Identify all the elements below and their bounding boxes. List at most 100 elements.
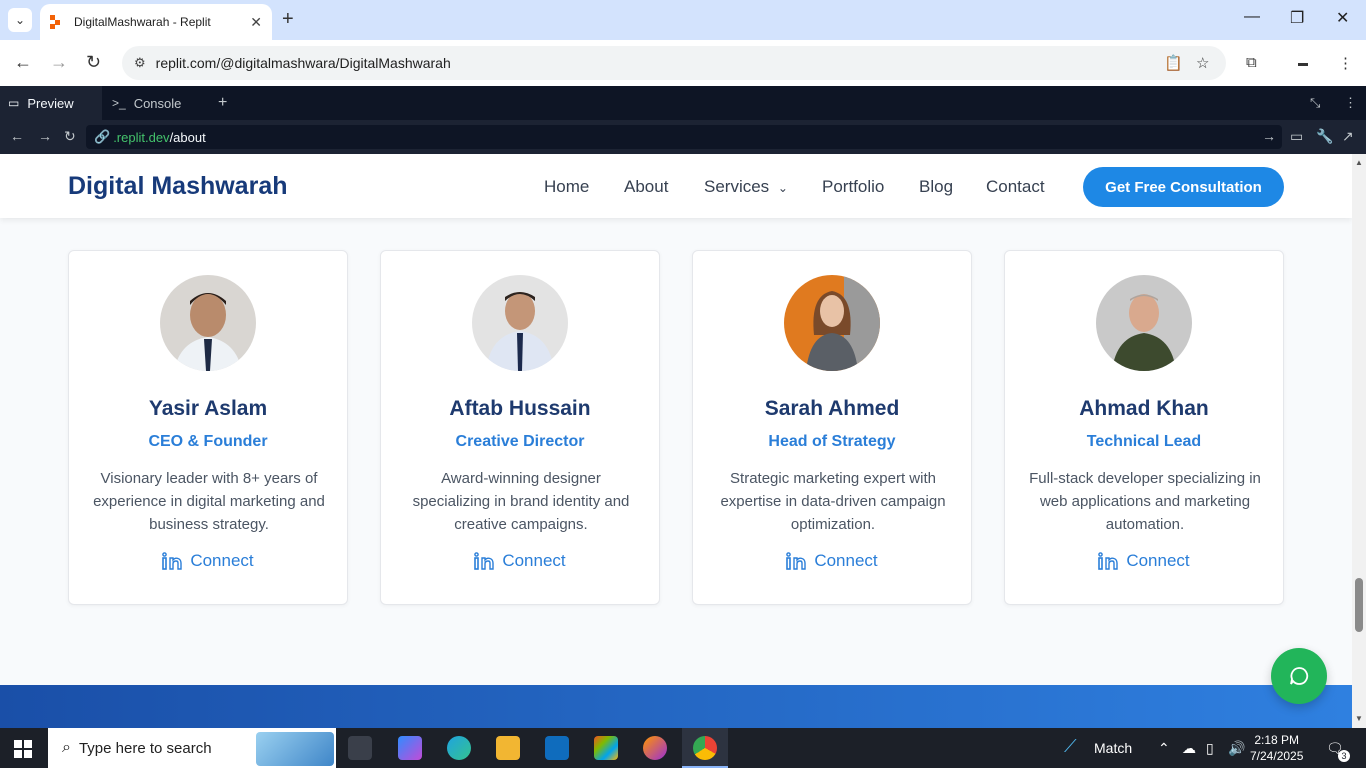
system-clock[interactable]: 2:18 PM 7/24/2025 [1250, 732, 1303, 764]
collapse-icon[interactable]: ⤡ [1310, 95, 1320, 111]
preview-forward-button[interactable]: → [38, 128, 52, 144]
connect-label: Connect [1126, 551, 1190, 570]
linkedin-connect-link[interactable]: Connect [381, 551, 659, 571]
nav-services-label: Services [704, 177, 770, 196]
file-explorer-icon[interactable] [496, 736, 520, 760]
linkedin-connect-link[interactable]: Connect [69, 551, 347, 571]
nav-services[interactable]: Services ⌄ [704, 177, 788, 197]
minimize-button[interactable]: — [1244, 8, 1260, 26]
team-card: Yasir Aslam CEO & Founder Visionary lead… [68, 250, 348, 605]
scrollbar-thumb[interactable] [1355, 578, 1363, 632]
new-tab-button[interactable]: + [282, 8, 294, 31]
store-icon[interactable] [594, 736, 618, 760]
team-name: Yasir Aslam [148, 397, 268, 420]
linkedin-connect-link[interactable]: Connect [1005, 551, 1283, 571]
team-role: CEO & Founder [148, 433, 268, 450]
nav-home[interactable]: Home [544, 177, 589, 197]
linkedin-icon [474, 552, 495, 570]
page-scrollbar[interactable]: ▲ ▼ [1352, 154, 1366, 728]
team-name: Aftab Hussain [449, 397, 591, 420]
open-new-window-icon[interactable]: ↗ [1342, 128, 1354, 145]
team-card: Aftab Hussain Creative Director Award-wi… [380, 250, 660, 605]
chevron-up-icon[interactable]: ⌃ [1158, 740, 1170, 757]
tab-preview-label: Preview [27, 95, 74, 111]
windows-start-icon[interactable] [14, 740, 32, 758]
connect-label: Connect [502, 551, 566, 570]
task-view-icon[interactable] [348, 736, 372, 760]
scroll-up-icon[interactable]: ▲ [1355, 158, 1363, 167]
linkedin-connect-link[interactable]: Connect [693, 551, 971, 571]
weather-label[interactable]: Match [1094, 740, 1132, 756]
site-logo[interactable]: Digital Mashwarah [68, 172, 288, 201]
avatar [472, 275, 568, 371]
close-window-button[interactable]: ✕ [1336, 8, 1349, 28]
tab-preview[interactable]: ▭ Preview [0, 86, 102, 120]
team-card: Ahmad Khan Technical Lead Full-stack dev… [1004, 250, 1284, 605]
copilot-icon[interactable] [398, 736, 422, 760]
restore-button[interactable]: ❐ [1290, 8, 1304, 28]
tab-search-button[interactable]: ⌄ [8, 8, 32, 32]
more-options-icon[interactable]: ⋮ [1344, 95, 1357, 111]
nav-portfolio[interactable]: Portfolio [822, 177, 884, 197]
bookmark-star-icon[interactable]: ☆ [1196, 54, 1209, 72]
nav-contact[interactable]: Contact [986, 177, 1045, 197]
outlook-icon[interactable] [545, 736, 569, 760]
add-tab-button[interactable]: + [218, 94, 227, 112]
address-url: replit.com/@digitalmashwara/DigitalMashw… [155, 55, 451, 71]
team-card: Sarah Ahmed Head of Strategy Strategic m… [692, 250, 972, 605]
chat-button[interactable] [1271, 648, 1327, 704]
browser-tab[interactable]: DigitalMashwarah - Replit ✕ [40, 4, 272, 40]
close-tab-icon[interactable]: ✕ [250, 14, 262, 31]
tab-title: DigitalMashwarah - Replit [74, 15, 211, 29]
taskbar-search[interactable]: ⌕ Type here to search [48, 728, 336, 768]
team-bio: Visionary leader with 8+ years of experi… [93, 470, 325, 533]
team-name: Sarah Ahmed [764, 397, 900, 420]
site-header: Digital Mashwarah Home About Services ⌄ … [0, 154, 1352, 218]
weather-icon[interactable]: ⟋ [1064, 736, 1077, 757]
tab-console[interactable]: >_ Console [104, 86, 208, 120]
scroll-down-icon[interactable]: ▼ [1355, 714, 1363, 723]
chrome-icon [693, 736, 717, 760]
terminal-icon: >_ [112, 96, 126, 110]
edge-icon[interactable] [447, 736, 471, 760]
go-arrow-icon[interactable]: → [1262, 128, 1276, 144]
extensions-icon[interactable]: ⧉ [1246, 54, 1257, 71]
site-info-icon[interactable]: ⚙ [134, 55, 146, 71]
browser-toolbar: ← → ↻ ⚙ replit.com/@digitalmashwara/Digi… [0, 40, 1366, 86]
team-bio: Strategic marketing expert with expertis… [720, 470, 946, 533]
browser-menu-icon[interactable]: ⋮ [1338, 54, 1353, 72]
linkedin-icon [1098, 552, 1119, 570]
forward-button[interactable]: → [50, 52, 68, 73]
nav-blog[interactable]: Blog [919, 177, 953, 197]
profile-icon[interactable]: ▬ [1298, 58, 1308, 69]
reload-button[interactable]: ↻ [86, 52, 101, 73]
network-icon[interactable]: ☁ [1182, 740, 1196, 757]
link-icon: 🔗 [94, 129, 111, 144]
team-bio: Full-stack developer specializing in web… [1029, 470, 1261, 533]
connect-label: Connect [190, 551, 254, 570]
replit-tabbar: ▭ Preview >_ Console + ⤡ ⋮ [0, 86, 1366, 120]
chrome-taskbar-button[interactable] [682, 728, 728, 768]
monitor-icon: ▭ [8, 96, 20, 110]
address-bar[interactable]: ⚙ replit.com/@digitalmashwara/DigitalMas… [122, 46, 1226, 80]
preview-back-button[interactable]: ← [10, 128, 24, 144]
nav-about[interactable]: About [624, 177, 668, 197]
firefox-icon[interactable] [643, 736, 667, 760]
battery-icon[interactable]: ▯ [1206, 740, 1214, 757]
team-role: Head of Strategy [768, 433, 896, 450]
preview-urlbar: ← → ↻ 🔗 .replit.dev /about → ▭ 🔧 ↗ [0, 120, 1366, 154]
preview-url-domain: .replit.dev [113, 129, 170, 145]
devtools-wrench-icon[interactable]: 🔧 [1316, 128, 1333, 145]
search-icon: ⌕ [62, 739, 71, 756]
volume-icon[interactable]: 🔊 [1228, 740, 1245, 757]
back-button[interactable]: ← [14, 52, 32, 73]
preview-url-path: /about [169, 129, 206, 145]
tab-console-label: Console [133, 95, 182, 111]
clipboard-icon[interactable]: 📋 [1164, 54, 1183, 72]
connect-label: Connect [814, 551, 878, 570]
preview-url-input[interactable]: 🔗 .replit.dev /about [86, 125, 1282, 149]
preview-reload-button[interactable]: ↻ [64, 128, 76, 145]
devices-icon[interactable]: ▭ [1290, 128, 1303, 145]
get-consultation-button[interactable]: Get Free Consultation [1083, 167, 1284, 207]
linkedin-icon [162, 552, 183, 570]
